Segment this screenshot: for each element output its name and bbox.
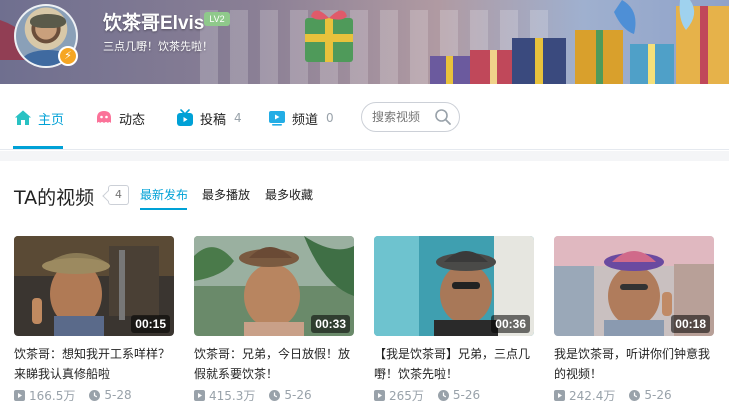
clock-icon xyxy=(89,389,101,401)
tab-dynamic[interactable]: 动态 xyxy=(95,106,145,130)
user-signature: 三点几嘢！饮茶先啦！ xyxy=(103,40,213,53)
tab-uploads[interactable]: 投稿 4 xyxy=(176,106,242,130)
video-meta: 166.5万 5-28 xyxy=(14,387,132,403)
video-title[interactable]: 我是饮茶哥，听讲你们钟意我的视频！ xyxy=(554,344,716,384)
active-tab-indicator xyxy=(13,146,63,149)
level-badge: LV2 xyxy=(204,12,230,26)
video-card[interactable]: 00:36 【我是饮茶哥】兄弟，三点几嘢！饮茶先啦！ 265万 5-26 xyxy=(374,236,534,412)
clock-icon xyxy=(629,389,641,401)
gift-box-left xyxy=(305,10,353,62)
video-card[interactable]: 00:15 饮茶哥：想知我开工系咩样？来睇我认真修船啦 166.5万 5-28 xyxy=(14,236,174,412)
tab-channel-label: 频道 xyxy=(292,112,319,128)
play-count-icon xyxy=(14,389,25,401)
tab-uploads-count: 4 xyxy=(234,111,242,125)
video-thumbnail[interactable]: 00:18 xyxy=(554,236,714,336)
video-card[interactable]: 00:18 我是饮茶哥，听讲你们钟意我的视频！ 242.4万 5-26 xyxy=(554,236,714,412)
tab-channel-count: 0 xyxy=(326,111,334,125)
home-icon xyxy=(15,110,31,125)
video-duration: 00:36 xyxy=(491,315,530,333)
video-duration: 00:33 xyxy=(311,315,350,333)
video-title[interactable]: 【我是饮茶哥】兄弟，三点几嘢！饮茶先啦！ xyxy=(374,344,536,384)
video-play-count: 265万 xyxy=(389,388,424,403)
tab-uploads-label: 投稿 xyxy=(200,112,227,128)
section-title: TA的视频 xyxy=(14,187,95,209)
video-date: 5-26 xyxy=(452,388,481,402)
video-date: 5-28 xyxy=(104,388,132,402)
sort-most-played[interactable]: 最多播放 xyxy=(202,186,250,203)
channel-icon xyxy=(269,111,285,126)
video-play-count: 242.4万 xyxy=(569,388,616,403)
video-card[interactable]: 00:33 饮茶哥：兄弟，今日放假！放假就系要饮茶！ 415.3万 5-26 xyxy=(194,236,354,412)
sort-active-indicator xyxy=(140,208,187,210)
video-duration: 00:15 xyxy=(131,315,170,333)
profile-banner: ⚡ 饮茶哥Elvis LV2 三点几嘢！饮茶先啦！ xyxy=(0,0,729,84)
sort-most-favorited[interactable]: 最多收藏 xyxy=(265,186,313,203)
video-meta: 415.3万 5-26 xyxy=(194,387,312,403)
dynamic-icon xyxy=(97,111,111,123)
video-date: 5-26 xyxy=(284,388,312,402)
search-icon[interactable] xyxy=(434,108,452,126)
section-count-badge: 4 xyxy=(108,185,129,205)
clock-icon xyxy=(269,389,281,401)
verified-icon: ⚡ xyxy=(58,46,78,66)
video-play-count: 166.5万 xyxy=(29,388,76,403)
video-meta: 265万 5-26 xyxy=(374,387,480,403)
tab-home-label: 主页 xyxy=(38,112,65,128)
tab-home[interactable]: 主页 xyxy=(14,106,64,130)
video-duration: 00:18 xyxy=(671,315,710,333)
section-divider xyxy=(0,151,729,161)
video-title[interactable]: 饮茶哥：兄弟，今日放假！放假就系要饮茶！ xyxy=(194,344,356,384)
play-count-icon xyxy=(194,389,205,401)
video-thumbnail[interactable]: 00:33 xyxy=(194,236,354,336)
sort-latest[interactable]: 最新发布 xyxy=(140,186,188,203)
tab-channel[interactable]: 频道 0 xyxy=(268,106,334,130)
play-count-icon xyxy=(554,389,565,401)
play-count-icon xyxy=(374,389,385,401)
user-name[interactable]: 饮茶哥Elvis xyxy=(103,8,204,35)
video-date: 5-26 xyxy=(644,388,672,402)
video-thumbnail[interactable]: 00:15 xyxy=(14,236,174,336)
clock-icon xyxy=(437,389,449,401)
video-play-count: 415.3万 xyxy=(209,388,256,403)
video-title[interactable]: 饮茶哥：想知我开工系咩样？来睇我认真修船啦 xyxy=(14,344,176,384)
gift-cluster-right xyxy=(430,0,729,84)
video-thumbnail[interactable]: 00:36 xyxy=(374,236,534,336)
upload-icon xyxy=(177,109,193,126)
video-meta: 242.4万 5-26 xyxy=(554,387,672,403)
tab-dynamic-label: 动态 xyxy=(119,112,146,128)
